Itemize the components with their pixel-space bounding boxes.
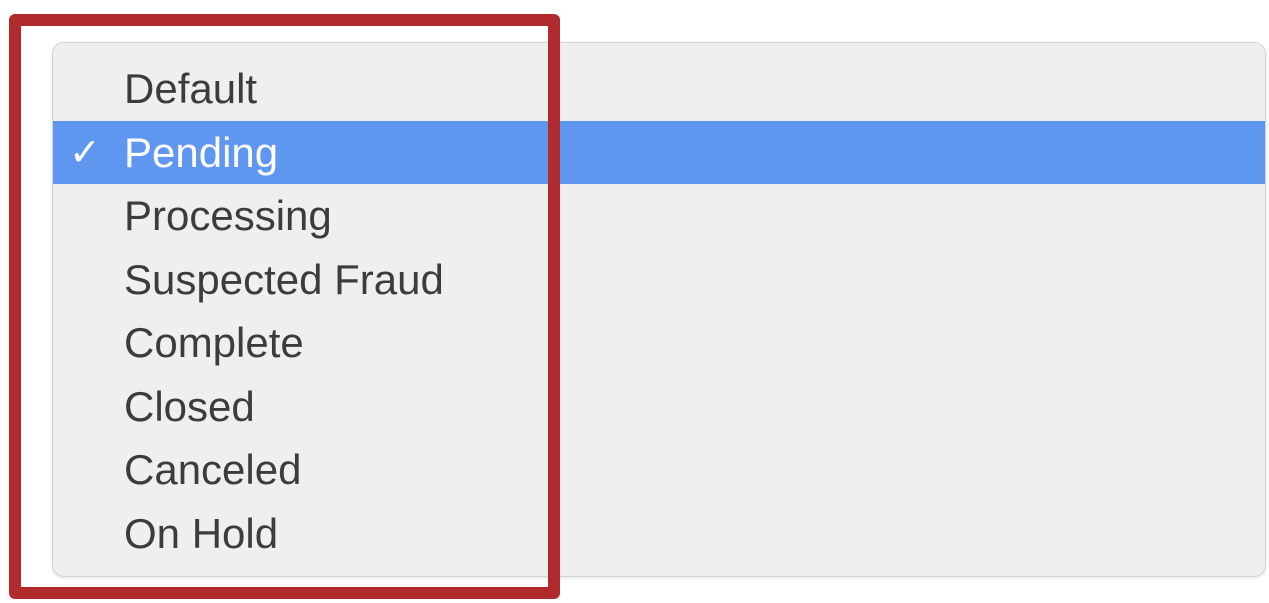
status-dropdown-menu: Default ✓ Pending Processing Suspected F…: [52, 42, 1266, 577]
menu-item-default[interactable]: Default: [53, 57, 1265, 121]
menu-item-label: Pending: [124, 128, 279, 176]
menu-item-label: Processing: [124, 192, 332, 239]
menu-item-label: On Hold: [124, 509, 279, 557]
menu-item-canceled[interactable]: Canceled: [53, 438, 1265, 502]
menu-item-pending[interactable]: ✓ Pending: [53, 120, 1265, 184]
menu-item-closed[interactable]: Closed: [53, 375, 1265, 439]
menu-item-complete[interactable]: Complete: [53, 311, 1265, 375]
screenshot-stage: Default ✓ Pending Processing Suspected F…: [0, 0, 1269, 603]
menu-item-label: Canceled: [124, 446, 302, 493]
menu-item-processing[interactable]: Processing: [53, 184, 1265, 248]
menu-item-label: Complete: [124, 319, 304, 366]
menu-item-label: Closed: [124, 382, 255, 430]
status-options-list: Default ✓ Pending Processing Suspected F…: [53, 57, 1265, 565]
menu-item-label: Suspected Fraud: [124, 255, 444, 303]
menu-item-suspected-fraud[interactable]: Suspected Fraud: [53, 248, 1265, 312]
menu-item-on-hold[interactable]: On Hold: [53, 502, 1265, 566]
checkmark-icon: ✓: [69, 129, 101, 174]
menu-item-label: Default: [124, 65, 258, 112]
